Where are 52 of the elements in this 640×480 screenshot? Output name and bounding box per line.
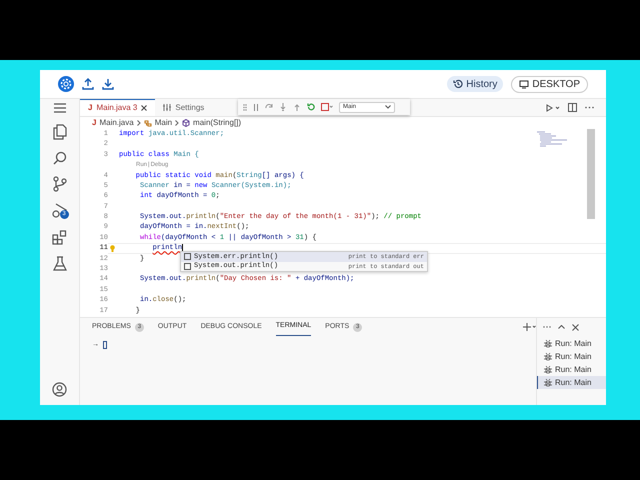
more-icon[interactable] [585, 106, 594, 109]
flask-icon[interactable] [52, 256, 66, 271]
terminal-list-item[interactable]: Run: Main [537, 376, 606, 389]
files-icon[interactable] [52, 124, 66, 140]
account-icon[interactable] [52, 382, 67, 397]
chevron-right-icon [175, 120, 180, 126]
close-icon[interactable] [572, 324, 579, 330]
java-file-icon: J [88, 102, 92, 114]
step-over-icon[interactable] [265, 103, 273, 111]
run-icon[interactable] [546, 104, 560, 112]
cube-icon [182, 119, 190, 127]
bug-icon [544, 340, 552, 348]
bug-icon [544, 352, 552, 360]
breadcrumb-item[interactable]: Main [154, 117, 172, 129]
chevron-right-icon [136, 120, 141, 126]
add-terminal-icon[interactable] [523, 323, 536, 331]
search-icon[interactable] [52, 151, 66, 165]
terminal-list-item[interactable]: Run: Main [537, 363, 606, 376]
restart-icon[interactable] [307, 103, 315, 111]
settings-icon [163, 104, 172, 111]
bug-icon [544, 366, 552, 374]
split-editor-icon[interactable] [568, 103, 577, 112]
monitor-icon [519, 80, 530, 88]
history-icon [453, 79, 464, 89]
step-out-icon[interactable] [293, 103, 301, 111]
drag-handle-icon[interactable] [243, 104, 247, 110]
stop-icon[interactable] [321, 103, 333, 111]
upload-icon[interactable] [82, 78, 94, 90]
bug-icon [544, 378, 552, 386]
pause-icon[interactable] [253, 104, 259, 110]
breadcrumb-item[interactable]: Main.java [99, 117, 134, 129]
chevron-up-icon[interactable] [558, 325, 565, 329]
source-control-icon[interactable] [52, 176, 66, 192]
class-icon [144, 120, 152, 126]
history-button[interactable]: History [447, 76, 504, 92]
gear-logo-icon[interactable] [58, 76, 74, 92]
chevron-down-icon [385, 105, 391, 109]
step-into-icon[interactable] [279, 103, 287, 111]
minimap-drawing [537, 131, 567, 147]
java-file-icon: J [92, 117, 96, 129]
close-icon[interactable] [141, 105, 148, 111]
desktop-button[interactable]: DESKTOP [511, 76, 588, 92]
extensions-icon[interactable] [52, 230, 67, 245]
terminal-list-item[interactable]: Run: Main [537, 350, 606, 363]
menu-icon[interactable] [54, 103, 66, 113]
download-icon[interactable] [102, 78, 114, 90]
breadcrumb-item[interactable]: main(String[]) [193, 117, 242, 129]
scrollbar[interactable] [587, 129, 595, 219]
editor-tab[interactable]: Settings [155, 99, 212, 116]
editor-tab[interactable]: J Main.java 3 [80, 99, 156, 116]
terminal-cursor [103, 341, 107, 350]
terminal-list-item[interactable]: Run: Main [537, 337, 606, 350]
